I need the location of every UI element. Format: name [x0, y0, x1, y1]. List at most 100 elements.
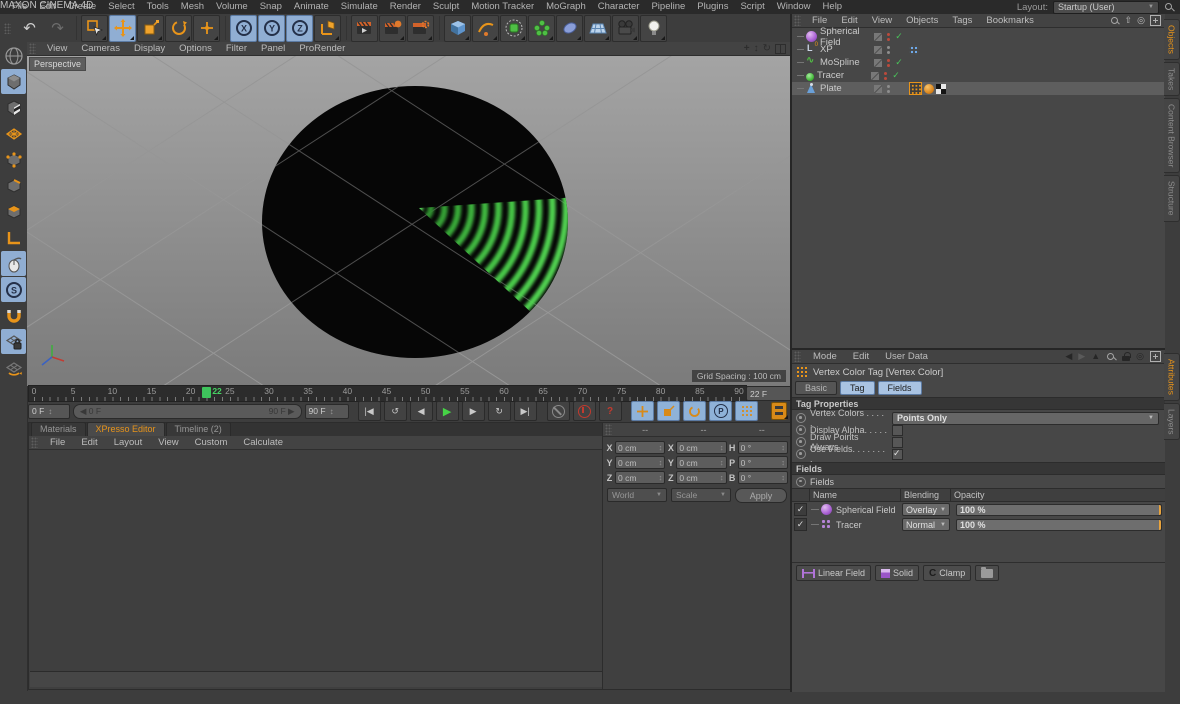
live-selection-button[interactable] [81, 15, 108, 42]
menu-item[interactable]: Motion Tracker [465, 0, 540, 14]
history-back-icon[interactable]: ◀ [1065, 352, 1072, 361]
tab-content-browser[interactable]: Content Browser [1164, 98, 1180, 173]
lock-workplane-button[interactable] [1, 329, 26, 354]
viewport-menu-item[interactable]: ProRender [292, 42, 352, 55]
object-row[interactable]: XP [792, 43, 1165, 56]
preview-range-slider[interactable]: ◀ 0 F 90 F ▶ [73, 404, 302, 419]
menu-item[interactable]: Window [771, 0, 817, 14]
tab-timeline[interactable]: Timeline (2) [166, 422, 231, 436]
coordinate-system-button[interactable] [314, 15, 341, 42]
apply-button[interactable]: Apply [735, 488, 787, 503]
space-dropdown[interactable]: World▼ [607, 488, 667, 502]
menu-item[interactable]: Snap [254, 0, 288, 14]
blending-dropdown[interactable]: Overlay▼ [902, 503, 950, 516]
field-enable-checkbox[interactable]: ✓ [794, 518, 807, 531]
scroll-to-active-icon[interactable]: ⇧ [1125, 16, 1133, 25]
viewport-menu-item[interactable]: Options [172, 42, 219, 55]
visibility-dots[interactable] [887, 46, 890, 54]
move-tool-button[interactable] [109, 15, 136, 42]
menu-item[interactable]: Simulate [335, 0, 384, 14]
viewport-menu-item[interactable]: Display [127, 42, 172, 55]
om-menu-item[interactable]: Objects [899, 14, 945, 27]
size-z-field[interactable]: 0 cm↕ [676, 471, 726, 484]
menu-item[interactable]: Pipeline [645, 0, 691, 14]
size-y-field[interactable]: 0 cm↕ [676, 456, 726, 469]
toggle-view-icon[interactable] [775, 44, 786, 54]
menu-item[interactable]: Render [384, 0, 427, 14]
am-menu-item[interactable]: User Data [877, 350, 936, 363]
visibility-dots[interactable] [884, 72, 887, 80]
linear-field-button[interactable]: Linear Field [796, 565, 871, 581]
viewport-canvas[interactable]: Perspective Grid Spacing : 100 cm [27, 56, 790, 386]
pan-view-icon[interactable]: + [744, 44, 750, 54]
autokey-button[interactable]: ? [599, 401, 622, 421]
add-panel-icon[interactable] [1150, 351, 1161, 362]
field-row[interactable]: ✓TracerNormal▼100 % [792, 517, 1165, 532]
object-row[interactable]: Plate [792, 82, 1165, 95]
search-icon[interactable] [1110, 16, 1120, 26]
use-fields-checkbox[interactable] [892, 449, 903, 460]
field-name[interactable]: Spherical Field [836, 505, 902, 515]
field-row[interactable]: ✓Spherical FieldOverlay▼100 % [792, 502, 1165, 517]
tab-materials[interactable]: Materials [31, 422, 86, 436]
phong-tag-icon[interactable] [924, 84, 934, 94]
track-icon[interactable]: ◎ [1136, 352, 1144, 361]
next-frame-button[interactable]: ▶ [462, 401, 485, 421]
tab-fields[interactable]: Fields [878, 381, 922, 395]
tab-xpresso-editor[interactable]: XPresso Editor [87, 422, 165, 436]
position-z-field[interactable]: 0 cm↕ [615, 471, 665, 484]
render-view-button[interactable] [351, 15, 378, 42]
object-row[interactable]: Tracer✓ [792, 69, 1165, 82]
layer-chip[interactable] [874, 33, 882, 41]
search-icon[interactable] [1164, 2, 1174, 12]
object-manager-grip[interactable] [794, 15, 801, 26]
tab-basic[interactable]: Basic [795, 381, 837, 395]
layer-chip[interactable] [874, 46, 882, 54]
clamp-button[interactable]: CClamp [923, 565, 971, 581]
camera-label[interactable]: Perspective [29, 57, 86, 71]
scale-tool-button[interactable] [137, 15, 164, 42]
viewport-menu-item[interactable]: Cameras [74, 42, 127, 55]
coordinates-grip[interactable] [605, 424, 612, 435]
stepper-icon[interactable]: ↕ [330, 407, 334, 416]
om-menu-item[interactable]: Bookmarks [979, 14, 1041, 27]
xpresso-canvas[interactable] [30, 450, 602, 669]
menu-item[interactable]: MoGraph [540, 0, 592, 14]
tab-layers[interactable]: Layers [1164, 403, 1180, 441]
layer-chip[interactable] [871, 72, 879, 80]
menu-item[interactable]: Help [817, 0, 849, 14]
up-level-icon[interactable]: ▲ [1091, 352, 1100, 361]
attribute-manager-grip[interactable] [794, 351, 801, 362]
draw-points-always-checkbox[interactable] [892, 437, 903, 448]
om-menu-item[interactable]: Tags [945, 14, 979, 27]
menu-item[interactable]: Character [592, 0, 646, 14]
object-name[interactable]: Plate [820, 83, 872, 94]
column-blending[interactable]: Blending [901, 489, 951, 501]
tab-attributes[interactable]: Attributes [1164, 353, 1180, 401]
add-mograph-cloner-button[interactable] [528, 15, 555, 42]
rotation-b-field[interactable]: 0 °↕ [738, 471, 788, 484]
timeline-ruler[interactable]: 051015202530354045505560657075808590 22 [28, 385, 747, 402]
xpresso-menu-item[interactable]: Edit [73, 436, 105, 449]
add-camera-button[interactable] [612, 15, 639, 42]
visibility-dots[interactable] [887, 33, 890, 41]
enable-toggle[interactable]: ✓ [890, 70, 902, 81]
last-tool-button[interactable] [193, 15, 220, 42]
goto-end-button[interactable]: ▶| [514, 401, 537, 421]
record-parameter-toggle[interactable]: P [709, 401, 732, 421]
play-button[interactable]: ▶ [436, 401, 459, 421]
menu-item[interactable]: Animate [288, 0, 335, 14]
field-name[interactable]: Tracer [836, 520, 902, 530]
xpresso-menu-item[interactable]: Calculate [235, 436, 291, 449]
am-menu-item[interactable]: Edit [845, 350, 877, 363]
size-header[interactable]: -- [674, 425, 732, 435]
menu-item[interactable]: Volume [210, 0, 254, 14]
viewport-menu-item[interactable]: Panel [254, 42, 292, 55]
play-loop-button[interactable]: ↻ [488, 401, 511, 421]
menu-item[interactable]: Select [102, 0, 140, 14]
gimbal-globe-button[interactable] [1, 43, 26, 68]
x-axis-lock-button[interactable]: X [230, 15, 257, 42]
menu-item[interactable]: Script [734, 0, 770, 14]
previous-frame-button[interactable]: ◀ [410, 401, 433, 421]
size-x-field[interactable]: 0 cm↕ [676, 441, 726, 454]
